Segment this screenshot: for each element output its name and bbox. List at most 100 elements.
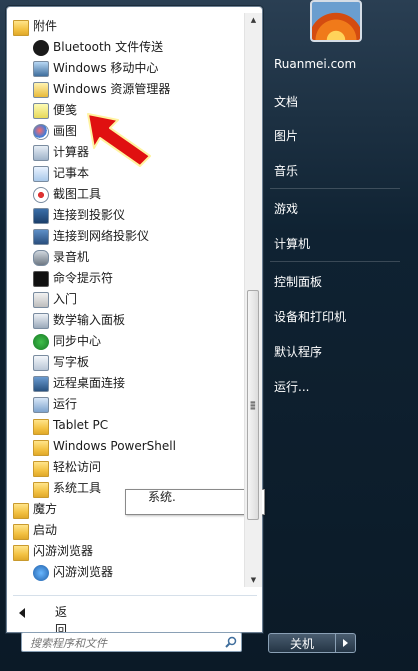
- folder-accessories[interactable]: 附件: [7, 16, 242, 37]
- folder-icon: [33, 419, 49, 435]
- right-item-computer[interactable]: 计算机: [274, 235, 310, 252]
- list-item-label: 系统工具: [53, 481, 102, 495]
- list-item-label: Tablet PC: [53, 418, 109, 432]
- list-item-getting-started[interactable]: 入门: [7, 289, 242, 310]
- chevron-right-icon: [343, 639, 348, 647]
- list-item-wordpad[interactable]: 写字板: [7, 352, 242, 373]
- shutdown-button[interactable]: 关机: [268, 633, 336, 653]
- list-item-label: 截图工具: [53, 187, 102, 201]
- right-item-pictures[interactable]: 图片: [274, 127, 298, 144]
- list-item-label: Windows 资源管理器: [53, 82, 171, 96]
- divider: [13, 595, 257, 596]
- projector-icon: [33, 208, 49, 224]
- list-item-label: 远程桌面连接: [53, 376, 126, 390]
- list-item-label: Windows 移动中心: [53, 61, 159, 75]
- list-item-sound-recorder[interactable]: 录音机: [7, 247, 242, 268]
- search-box[interactable]: [21, 632, 242, 652]
- folder-icon: [13, 524, 29, 540]
- list-item-label: 魔方: [33, 502, 58, 516]
- folder-ease-of-access[interactable]: 轻松访问: [7, 457, 242, 478]
- right-item-ruanmei[interactable]: Ruanmei.com: [274, 57, 356, 71]
- folder-startup[interactable]: 启动: [7, 520, 242, 541]
- right-item-default-programs[interactable]: 默认程序: [274, 343, 322, 360]
- right-separator: [270, 188, 400, 189]
- list-item-label: 闪游浏览器: [53, 565, 114, 579]
- mobility-center-icon: [33, 61, 49, 77]
- list-item-label: Windows PowerShell: [53, 439, 176, 453]
- folder-icon: [33, 461, 49, 477]
- list-item-command-prompt[interactable]: 命令提示符: [7, 268, 242, 289]
- list-item-sync-center[interactable]: 同步中心: [7, 331, 242, 352]
- folder-shanyou-browser[interactable]: 闪游浏览器: [7, 541, 242, 562]
- notepad-icon: [33, 166, 49, 182]
- scrollbar[interactable]: ▲ ▬ ▬ ▬ ▼: [244, 13, 262, 587]
- list-item-explorer[interactable]: Windows 资源管理器: [7, 79, 242, 100]
- right-item-documents[interactable]: 文档: [274, 93, 298, 110]
- sound-recorder-icon: [33, 250, 49, 266]
- paint-icon: [33, 124, 49, 140]
- tooltip-text: 系统.: [148, 490, 176, 504]
- list-item-snipping-tool[interactable]: 截图工具: [7, 184, 242, 205]
- folder-icon: [33, 440, 49, 456]
- folder-icon: [13, 545, 29, 561]
- list-item-label: 启动: [33, 523, 58, 537]
- wordpad-icon: [33, 355, 49, 371]
- list-item-run[interactable]: 运行: [7, 394, 242, 415]
- shutdown-options-button[interactable]: [336, 633, 356, 653]
- scroll-down-arrow-icon[interactable]: ▼: [245, 573, 262, 587]
- scroll-up-arrow-icon[interactable]: ▲: [245, 13, 262, 27]
- right-item-music[interactable]: 音乐: [274, 162, 298, 179]
- list-item-projector[interactable]: 连接到投影仪: [7, 205, 242, 226]
- list-item-label: 连接到投影仪: [53, 208, 126, 222]
- folder-tablet-pc[interactable]: Tablet PC: [7, 415, 242, 436]
- start-menu: 附件 Bluetooth 文件传送 Windows 移动中心 Windows 资…: [0, 0, 418, 671]
- list-item-remote-desktop[interactable]: 远程桌面连接: [7, 373, 242, 394]
- bluetooth-icon: [33, 40, 49, 56]
- list-item-shanyou-browser[interactable]: 闪游浏览器: [7, 562, 242, 583]
- explorer-icon: [33, 82, 49, 98]
- sticky-notes-icon: [33, 103, 49, 119]
- right-item-run[interactable]: 运行...: [274, 378, 309, 395]
- remote-desktop-icon: [33, 376, 49, 392]
- browser-icon: [33, 565, 49, 581]
- scroll-thumb[interactable]: ▬ ▬ ▬: [247, 290, 259, 520]
- list-item-label: Bluetooth 文件传送: [53, 40, 164, 54]
- right-item-games[interactable]: 游戏: [274, 200, 298, 217]
- calculator-icon: [33, 145, 49, 161]
- list-item-label: 命令提示符: [53, 271, 114, 285]
- folder-powershell[interactable]: Windows PowerShell: [7, 436, 242, 457]
- user-avatar[interactable]: [310, 0, 362, 42]
- math-input-icon: [33, 313, 49, 329]
- list-item-label: 运行: [53, 397, 78, 411]
- folder-icon: [13, 20, 29, 36]
- list-item-label: 同步中心: [53, 334, 102, 348]
- list-item-label: 附件: [33, 19, 58, 33]
- folder-icon: [33, 482, 49, 498]
- list-item-label: 便笺: [53, 103, 78, 117]
- right-item-devices-printers[interactable]: 设备和打印机: [274, 308, 346, 325]
- list-item-label: 写字板: [53, 355, 90, 369]
- run-icon: [33, 397, 49, 413]
- programs-pane: 附件 Bluetooth 文件传送 Windows 移动中心 Windows 资…: [6, 6, 265, 637]
- list-item-label: 连接到网络投影仪: [53, 229, 150, 243]
- list-item-label: 录音机: [53, 250, 90, 264]
- list-item-bluetooth[interactable]: Bluetooth 文件传送: [7, 37, 242, 58]
- command-prompt-icon: [33, 271, 49, 287]
- red-arrow-icon: [87, 113, 151, 167]
- right-item-control-panel[interactable]: 控制面板: [274, 273, 322, 290]
- list-item-network-projector[interactable]: 连接到网络投影仪: [7, 226, 242, 247]
- list-item-mobility-center[interactable]: Windows 移动中心: [7, 58, 242, 79]
- search-icon[interactable]: [225, 636, 237, 648]
- back-arrow-icon: [19, 608, 25, 618]
- right-separator: [270, 261, 400, 262]
- list-item-label: 轻松访问: [53, 460, 102, 474]
- list-item-math-input[interactable]: 数学输入面板: [7, 310, 242, 331]
- folder-icon: [13, 503, 29, 519]
- grip-icon: ▬ ▬ ▬: [250, 399, 256, 412]
- sync-center-icon: [33, 334, 49, 350]
- list-item-label: 画图: [53, 124, 78, 138]
- list-item-label: 数学输入面板: [53, 313, 126, 327]
- search-input[interactable]: [28, 634, 222, 652]
- list-item-label: 闪游浏览器: [33, 544, 94, 558]
- snipping-tool-icon: [33, 187, 49, 203]
